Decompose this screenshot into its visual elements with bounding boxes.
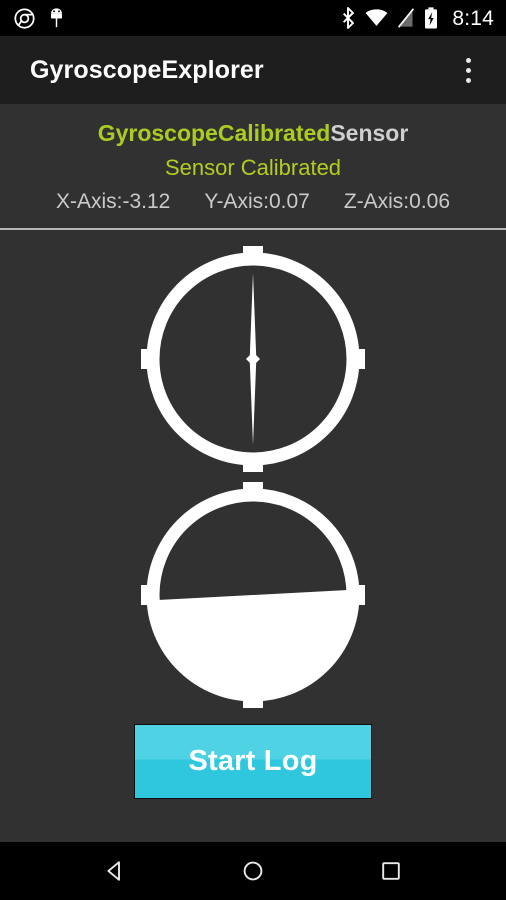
horizon-fill (158, 500, 348, 690)
battery-charging-icon (425, 7, 438, 29)
z-axis-readout: Z-Axis:0.06 (343, 190, 451, 213)
action-row: Start Log (0, 724, 506, 799)
gyroscope-compass-gauge (141, 246, 365, 472)
page-title: GyroscopeExplorer (30, 55, 264, 84)
android-screen: 8:14 GyroscopeExplorer GyroscopeCalibrat… (0, 0, 506, 900)
recents-button[interactable] (359, 842, 423, 900)
status-bar-notification-icons (14, 7, 65, 29)
overflow-dot (465, 77, 471, 83)
wifi-icon (365, 9, 388, 26)
compass-needle (246, 273, 260, 445)
android-robot-icon (51, 8, 62, 28)
navigation-bar (0, 842, 506, 900)
recents-icon (382, 862, 400, 880)
start-log-button[interactable]: Start Log (134, 724, 372, 799)
home-icon (243, 861, 263, 881)
sensor-name-suffix: Sensor (330, 120, 409, 146)
chrome-icon (14, 7, 35, 29)
bluetooth-icon (343, 7, 355, 29)
status-bar-clock: 8:14 (452, 6, 494, 30)
gauge-area: Start Log (0, 230, 506, 842)
back-icon (107, 861, 120, 881)
signal-off-icon (398, 8, 415, 28)
back-button[interactable] (83, 842, 147, 900)
home-button[interactable] (221, 842, 285, 900)
app-bar: GyroscopeExplorer (0, 36, 506, 104)
sensor-info-panel: GyroscopeCalibratedSensor Sensor Calibra… (0, 104, 506, 230)
axis-readouts: X-Axis:-3.12 Y-Axis:0.07 Z-Axis:0.06 (0, 189, 506, 218)
x-axis-readout: X-Axis:-3.12 (55, 190, 171, 213)
sensor-status-text: Sensor Calibrated (164, 155, 342, 180)
overflow-menu-icon[interactable] (446, 48, 490, 92)
sensor-name-highlight: GyroscopeCalibrated (97, 120, 331, 146)
sensor-name: GyroscopeCalibratedSensor (0, 118, 506, 148)
overflow-dot (465, 57, 471, 63)
y-axis-readout: Y-Axis:0.07 (204, 190, 310, 213)
artificial-horizon-gauge (141, 482, 365, 708)
status-bar: 8:14 (0, 0, 506, 36)
overflow-dot (465, 67, 471, 73)
status-bar-system-icons: 8:14 (341, 7, 494, 29)
